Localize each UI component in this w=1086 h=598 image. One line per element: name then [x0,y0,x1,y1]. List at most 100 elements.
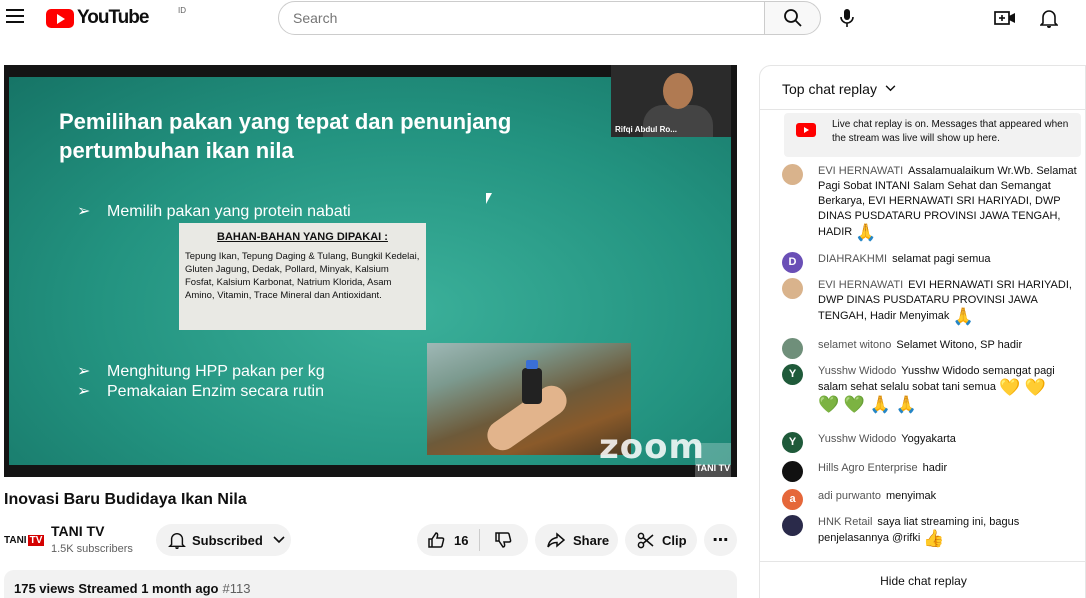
chat-author[interactable]: EVI HERNAWATI [818,279,903,291]
video-title: Inovasi Baru Budidaya Ikan Nila [4,491,247,508]
channel-logo-text: TANI [4,534,27,546]
chat-author[interactable]: selamet witono [818,339,891,351]
channel-watermark: TANI TV [695,443,731,477]
hide-chat-label: Hide chat replay [880,574,967,588]
video-player[interactable]: Pemilihan pakan yang tepat dan penunjang… [4,65,737,477]
search-box[interactable] [278,1,765,35]
scissors-icon [637,532,654,548]
search-input[interactable] [293,10,764,26]
hashtag-link[interactable]: #113 [222,581,250,596]
like-count: 16 [454,532,469,548]
chat-author[interactable]: Yusshw Widodo [818,365,896,377]
channel-avatar[interactable]: TANI TV [4,527,45,553]
chat-message[interactable]: selamet witono Selamet Witono, SP hadir [782,338,1082,359]
search-button[interactable] [764,1,821,35]
masthead: YouTube ID [0,0,1086,36]
notifications-button[interactable] [1037,6,1061,30]
chat-message[interactable]: Hills Agro Enterprise hadir [782,461,1082,482]
channel-logo-tv: TV [27,534,45,546]
like-button[interactable]: 16 [417,531,479,549]
view-stats: 175 views Streamed 1 month ago [14,581,219,596]
live-chat-panel: Top chat replay Live chat replay is on. … [759,65,1086,598]
chat-mode-dropdown[interactable]: Top chat replay [760,66,1085,110]
avatar[interactable] [782,278,803,299]
clip-button[interactable]: Clip [625,524,697,556]
chat-replay-notice: Live chat replay is on. Messages that ap… [784,113,1081,157]
avatar[interactable]: a [782,489,803,510]
thumbs-down-icon [495,532,512,548]
bottle-shape [522,360,542,404]
emoji: 💛 💛 [999,378,1047,397]
avatar[interactable]: Y [782,432,803,453]
presenter-webcam: Rifqi Abdul Ro... [611,65,731,137]
chat-message[interactable]: Y Yusshw Widodo Yogyakarta [782,432,1082,453]
chevron-down-icon [885,85,896,92]
bell-icon [168,533,186,549]
voice-search-button[interactable] [834,5,860,31]
mouse-cursor-icon [486,193,492,204]
chat-author[interactable]: Hills Agro Enterprise [818,462,918,474]
presenter-name: Rifqi Abdul Ro... [615,125,677,134]
youtube-play-icon [46,8,74,28]
bell-icon [1040,10,1058,28]
channel-name[interactable]: TANI TV [51,523,104,539]
avatar[interactable] [782,461,803,482]
chat-header-label: Top chat replay [782,81,877,97]
share-label: Share [573,532,610,548]
share-button[interactable]: Share [535,524,618,556]
country-code: ID [178,6,186,15]
chat-author[interactable]: adi purwanto [818,490,881,502]
chat-author[interactable]: DIAHRAKHMI [818,253,887,265]
chat-author[interactable]: HNK Retail [818,516,872,528]
chat-message[interactable]: HNK Retail saya liat streaming ini, bagus… [782,515,1082,547]
slide-bullet: ➢ Pemakaian Enzim secara rutin [77,383,324,400]
youtube-icon [796,123,816,137]
chat-author[interactable]: Yusshw Widodo [818,433,896,445]
emoji: 👍 [923,529,945,548]
ingredients-text: Tepung Ikan, Tepung Daging & Tulang, Bun… [185,251,420,301]
search-icon [783,9,802,27]
slide-title: Pemilihan pakan yang tepat dan penunjang… [59,109,512,163]
youtube-logo[interactable]: YouTube ID [46,6,186,28]
chat-text: menyimak [886,490,937,502]
zoom-watermark: zoom [599,427,705,467]
dislike-button[interactable] [480,531,512,549]
chat-text: Selamet Witono, SP hadir [896,339,1023,351]
chat-message[interactable]: EVI HERNAWATI EVI HERNAWATI SRI HARIYADI,… [782,278,1082,325]
emoji: 💚 💚 🙏 🙏 [818,395,917,414]
subscribed-button[interactable]: Subscribed [156,524,291,556]
description-box[interactable]: 175 views Streamed 1 month ago #113 [4,570,737,598]
avatar[interactable] [782,164,803,185]
avatar[interactable]: Y [782,364,803,385]
avatar[interactable]: D [782,252,803,273]
more-actions-button[interactable]: ⋯ [704,524,737,556]
chat-author[interactable]: EVI HERNAWATI [818,165,903,177]
chat-notice-text: Live chat replay is on. Messages that ap… [832,119,1069,144]
thumbs-up-icon [428,532,445,548]
logo-text: YouTube [77,7,149,28]
more-icon: ⋯ [712,532,729,549]
chat-message[interactable]: Y Yusshw Widodo Yusshw Widodo semangat pa… [782,364,1082,413]
chat-message[interactable]: a adi purwanto menyimak [782,489,1082,510]
chat-text: hadir [922,462,948,474]
chat-message[interactable]: D DIAHRAKHMI selamat pagi semua [782,252,1082,273]
slide-bullet: ➢ Memilih pakan yang protein nabati [77,203,351,220]
chat-text: selamat pagi semua [892,253,991,265]
chevron-down-icon [273,536,285,544]
avatar[interactable] [782,338,803,359]
share-icon [547,532,565,548]
chat-message[interactable]: EVI HERNAWATI Assalamualaikum Wr.Wb. Sela… [782,164,1082,241]
avatar[interactable] [782,515,803,536]
menu-icon[interactable] [6,9,24,25]
mic-icon [840,9,854,27]
hide-chat-replay-button[interactable]: Hide chat replay [760,561,1085,598]
subscribed-label: Subscribed [192,532,263,548]
create-button[interactable] [993,6,1017,30]
create-video-icon [994,11,1015,25]
ingredients-title: BAHAN-BAHAN YANG DIPAKAI : [217,231,388,243]
subscriber-count: 1.5K subscribers [51,543,133,555]
emoji: 🙏 [952,307,974,326]
webcam-face [663,73,693,109]
like-dislike-bar: 16 [417,524,528,556]
slide-bullet: ➢ Menghitung HPP pakan per kg [77,363,325,380]
